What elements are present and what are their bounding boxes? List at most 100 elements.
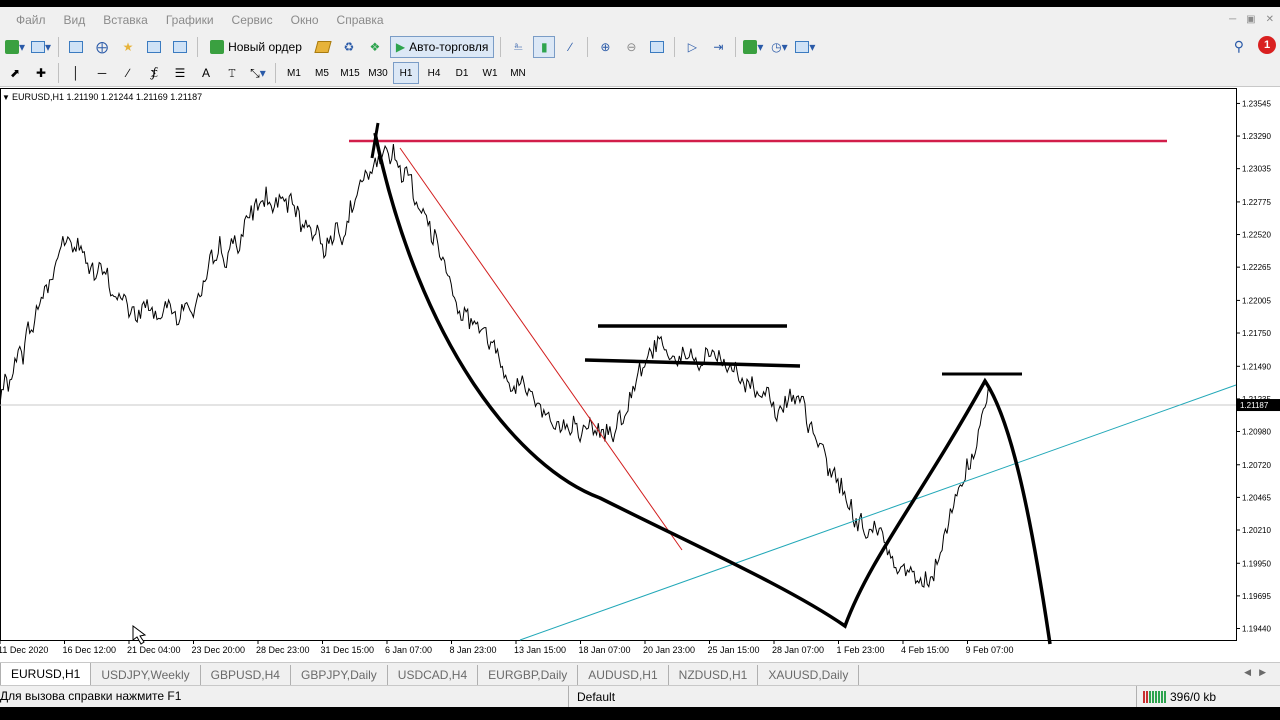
timeframe-m15[interactable]: M15 [337,62,363,84]
metaeditor-button[interactable] [312,36,334,58]
chart-title-text: EURUSD,H1 1.21190 1.21244 1.21169 1.2118… [12,92,203,102]
notification-badge[interactable]: 1 [1258,36,1276,54]
toolbar-separator [58,63,59,83]
metaeditor-icon [314,40,332,53]
restore-icon[interactable]: ▣ [1246,14,1255,25]
periods-button[interactable]: ◷ ▾ [768,36,790,58]
autotrading-button[interactable]: ▶ Авто-торговля [389,35,495,58]
price-tick-label: 1.23290 [1242,132,1271,141]
auto-scroll-icon: ▷ [687,39,697,54]
toolbar-separator [587,36,589,57]
tab-gbpusd-h4[interactable]: GBPUSD,H4 [201,665,291,685]
price-tick-label: 1.21490 [1242,362,1271,371]
chart-shift-button[interactable]: ⇥ [707,36,729,58]
new-order-button[interactable]: Новый ордер [204,36,308,58]
text-button[interactable]: A [195,62,217,84]
tab-nzdusd-h1[interactable]: NZDUSD,H1 [669,665,759,685]
time-tick-label: 25 Jan 15:00 [708,645,760,655]
time-tick-label: 9 Feb 07:00 [966,645,1014,655]
candlestick-button[interactable]: ▮ [533,35,556,58]
crosshair-target-icon: ⨁ [96,39,109,54]
time-tick-label: 28 Dec 23:00 [256,645,310,655]
chart-tabs: EURUSD,H1 USDJPY,Weekly GBPUSD,H4 GBPJPY… [0,662,1280,686]
fibonacci-button[interactable]: ☰ [169,62,191,84]
tab-xauusd-daily[interactable]: XAUUSD,Daily [758,665,860,685]
menu-insert[interactable]: Вставка [94,7,157,33]
price-tick-label: 1.23035 [1242,165,1271,174]
menu-tools[interactable]: Сервис [223,7,282,33]
navigator-button[interactable]: ★ [117,36,139,58]
menu-file[interactable]: Файл [0,7,55,33]
tab-eurgbp-daily[interactable]: EURGBP,Daily [478,665,579,685]
tab-usdcad-h4[interactable]: USDCAD,H4 [388,665,479,685]
tab-scroll-arrows-icon[interactable]: ◀▶ [1244,667,1274,678]
terminal-button[interactable] [143,36,165,58]
auto-scroll-button[interactable]: ▷ [681,36,703,58]
vertical-line-button[interactable]: │ [65,62,87,84]
market-button[interactable]: ♻ [338,36,360,58]
equidistant-channel-button[interactable]: ⨋ [143,62,165,84]
tab-gbpjpy-daily[interactable]: GBPJPY,Daily [291,665,388,685]
horizontal-line-icon: ─ [97,66,107,80]
tile-windows-button[interactable] [646,36,668,58]
plot-frame [0,88,1237,641]
timeframe-m1[interactable]: M1 [281,62,307,84]
new-chart-button[interactable]: ▾ [4,36,26,58]
price-tick-label: 1.19695 [1242,592,1271,601]
tab-eurusd-h1[interactable]: EURUSD,H1 [0,663,92,686]
arrows-button[interactable]: ⤡ ▾ [247,62,269,84]
timeframe-m5[interactable]: M5 [309,62,335,84]
zoom-out-icon: ⊖ [626,39,637,54]
text-label-button[interactable]: 𝚃 [221,62,243,84]
vertical-line-icon: │ [72,66,80,80]
timeframe-mn[interactable]: MN [505,62,531,84]
toolbar-separator [197,36,199,57]
market-watch-icon [69,40,84,53]
timeframe-m30[interactable]: M30 [365,62,391,84]
mouse-cursor-icon [132,625,147,645]
timeframe-d1[interactable]: D1 [449,62,475,84]
search-icon[interactable]: ⚲ [1234,38,1244,55]
cursor-button[interactable]: ⬈ [4,62,26,84]
horizontal-line-button[interactable]: ─ [91,62,113,84]
menu-charts[interactable]: Графики [157,7,223,33]
bar-chart-button[interactable]: ⎁ [507,36,529,58]
signals-icon: ❖ [369,39,381,54]
price-chart[interactable]: 1.23545 1.23290 1.23035 1.22775 1.22520 1.222… [0,88,1280,660]
line-chart-button[interactable]: ∕ [559,36,581,58]
zoom-out-button[interactable]: ⊖ [620,36,642,58]
crosshair-button[interactable]: ✚ [30,62,52,84]
tab-audusd-h1[interactable]: AUDUSD,H1 [578,665,669,685]
data-window-button[interactable]: ⨁ [91,36,113,58]
strategy-tester-button[interactable] [169,36,191,58]
signals-button[interactable]: ❖ [364,36,386,58]
trend-line-button[interactable]: ∕ [117,62,139,84]
templates-button[interactable]: ▾ [794,36,816,58]
tab-usdjpy-weekly[interactable]: USDJPY,Weekly [91,665,201,685]
timeframe-w1[interactable]: W1 [477,62,503,84]
window-controls: ─ ▣ ✕ [1229,14,1274,25]
timeframe-h1[interactable]: H1 [393,62,419,84]
minimize-icon[interactable]: ─ [1229,14,1236,25]
timeframe-h4[interactable]: H4 [421,62,447,84]
menu-help[interactable]: Справка [328,7,393,33]
market-watch-button[interactable] [65,36,87,58]
menu-view[interactable]: Вид [55,7,95,33]
candlestick-icon: ▮ [541,39,548,54]
status-bar: Для вызова справки нажмите F1 Default 39… [0,685,1280,708]
close-icon[interactable]: ✕ [1266,14,1274,25]
profiles-button[interactable]: ▾ [30,36,52,58]
current-price-label: 1.21187 [1240,401,1269,410]
menu-window[interactable]: Окно [282,7,328,33]
chart-shift-icon: ⇥ [713,39,724,54]
zoom-in-button[interactable]: ⊕ [594,36,616,58]
indicators-icon [743,39,758,54]
bar-chart-icon: ⎁ [513,39,524,53]
indicators-button[interactable]: ▾ [742,36,764,58]
price-tick-label: 1.23545 [1242,99,1271,108]
chart-collapse-icon: ▼ [2,93,10,102]
text-icon: A [201,66,210,80]
channel-icon: ⨋ [150,65,158,80]
chart-window[interactable]: 1.23545 1.23290 1.23035 1.22775 1.22520 1.222… [0,88,1280,660]
time-tick-label: 8 Jan 23:00 [450,645,497,655]
